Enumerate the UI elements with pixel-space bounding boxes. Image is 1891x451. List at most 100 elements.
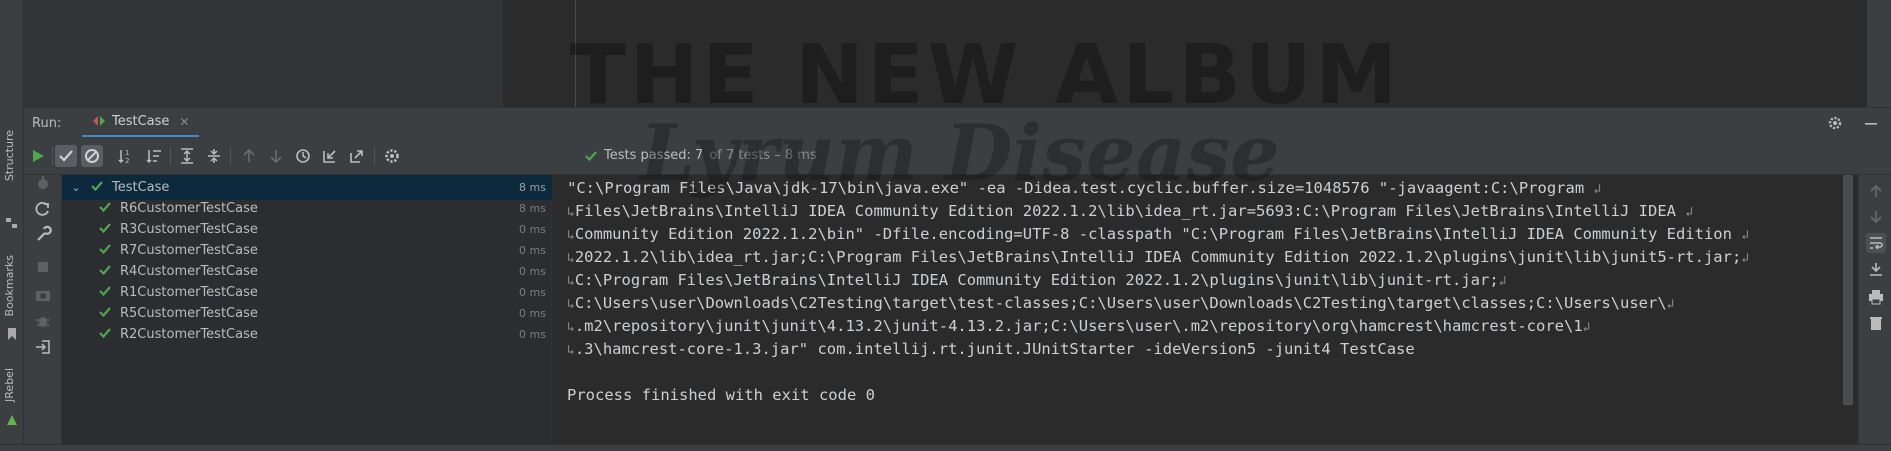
tree-item-time: 0 ms: [519, 286, 546, 299]
tree-item-label: R3CustomerTestCase: [120, 222, 258, 237]
login-icon[interactable]: [33, 337, 53, 357]
soft-wrap-continue-icon: ↳: [567, 205, 575, 220]
sort-duration-icon[interactable]: [143, 145, 165, 167]
passed-check-icon: [98, 263, 116, 281]
chevron-down-icon[interactable]: ⌄: [68, 181, 84, 194]
bookmarks-tab-label[interactable]: Bookmarks: [3, 255, 16, 316]
tree-item-time: 8 ms: [519, 181, 546, 194]
editor-scrollbar[interactable]: [1867, 0, 1891, 107]
sort-alpha-icon[interactable]: 12: [115, 145, 137, 167]
soft-wrap-continue-icon: ↳: [567, 297, 575, 312]
structure-tab-label[interactable]: Structure: [3, 130, 16, 181]
rerun-failed-icon[interactable]: [33, 199, 53, 219]
passed-check-icon: [585, 150, 597, 161]
history-icon[interactable]: [292, 145, 314, 167]
test-results-tree: ⌄ TestCase 8 ms R6CustomerTestCase 8 ms …: [62, 175, 552, 451]
minimize-icon[interactable]: [1863, 115, 1879, 135]
console-side-toolbar: [1858, 175, 1891, 451]
soft-wrap-icon: ↲: [1741, 251, 1750, 266]
status-bar: [0, 444, 1891, 451]
debug-icon[interactable]: [33, 173, 53, 193]
tree-item-label: R5CustomerTestCase: [120, 306, 258, 321]
tree-item-label: R1CustomerTestCase: [120, 285, 258, 300]
soft-wrap-icon: ↲: [1593, 182, 1602, 197]
export-icon[interactable]: [346, 145, 368, 167]
structure-icon[interactable]: [5, 215, 19, 229]
console-line: ↳C:\Users\user\Downloads\C2Testing\targe…: [567, 294, 1675, 312]
settings-icon[interactable]: [381, 145, 403, 167]
soft-wrap-continue-icon: ↳: [567, 320, 575, 335]
test-status: Tests passed: 7 of 7 tests – 8 ms: [584, 148, 817, 163]
show-passed-icon[interactable]: [55, 145, 77, 167]
print-icon[interactable]: [1866, 287, 1886, 307]
passed-check-icon: [90, 179, 108, 197]
junit-run-icon: [92, 112, 106, 131]
prev-failed-icon[interactable]: [238, 145, 260, 167]
editor-gutter: [24, 0, 504, 107]
scroll-to-end-icon[interactable]: [1866, 259, 1886, 279]
tree-item-time: 0 ms: [519, 244, 546, 257]
soft-wrap-icon: ↲: [1582, 320, 1591, 335]
stop-icon[interactable]: [33, 257, 53, 277]
tab-testcase[interactable]: TestCase ✕: [82, 108, 200, 138]
camera-icon[interactable]: [33, 285, 53, 305]
console-line: Process finished with exit code 0: [567, 386, 875, 404]
soft-wrap-continue-icon: ↳: [567, 228, 575, 243]
bug-icon[interactable]: [33, 311, 53, 331]
tab-title: TestCase: [112, 114, 170, 129]
editor-area[interactable]: [504, 0, 1867, 107]
soft-wrap-icon: ↲: [1741, 228, 1750, 243]
bookmark-icon[interactable]: [5, 326, 19, 340]
tests-passed-count: Tests passed: 7: [604, 148, 704, 163]
tree-item-time: 0 ms: [519, 328, 546, 341]
passed-check-icon: [98, 221, 116, 239]
show-ignored-icon[interactable]: [81, 145, 103, 167]
tree-item[interactable]: R2CustomerTestCase 0 ms: [62, 322, 552, 347]
tree-item-label: R7CustomerTestCase: [120, 243, 258, 258]
expand-all-icon[interactable]: [176, 145, 198, 167]
soft-wrap-icon: ↲: [1666, 297, 1675, 312]
soft-wrap-icon: ↲: [1498, 274, 1507, 289]
tree-item-label: TestCase: [112, 180, 170, 195]
passed-check-icon: [98, 326, 116, 344]
console-output[interactable]: "C:\Program Files\Java\jdk-17\bin\java.e…: [552, 175, 1858, 451]
soft-wrap-toggle-icon[interactable]: [1866, 233, 1886, 253]
wrench-icon[interactable]: [33, 224, 53, 244]
down-arrow-icon[interactable]: [1866, 207, 1886, 227]
jrebel-tab-label[interactable]: JRebel: [3, 368, 16, 402]
rerun-icon[interactable]: [27, 145, 49, 167]
passed-check-icon: [98, 284, 116, 302]
tree-item-label: R6CustomerTestCase: [120, 201, 258, 216]
console-line: ↳2022.1.2\lib\idea_rt.jar;C:\Program Fil…: [567, 248, 1750, 266]
tests-passed-detail: of 7 tests – 8 ms: [709, 148, 817, 163]
jrebel-icon[interactable]: [5, 412, 19, 426]
console-line: ↳C:\Program Files\JetBrains\IntelliJ IDE…: [567, 271, 1507, 289]
soft-wrap-continue-icon: ↳: [567, 251, 575, 266]
console-line: ↳Community Edition 2022.1.2\bin" -Dfile.…: [567, 225, 1750, 243]
soft-wrap-continue-icon: ↳: [567, 343, 575, 358]
gear-icon[interactable]: [1827, 115, 1843, 135]
passed-check-icon: [98, 200, 116, 218]
tree-item-label: R2CustomerTestCase: [120, 327, 258, 342]
up-arrow-icon[interactable]: [1866, 181, 1886, 201]
close-icon[interactable]: ✕: [179, 115, 189, 129]
run-tool-window-header: Run: TestCase ✕: [24, 107, 1891, 138]
console-line: "C:\Program Files\Java\jdk-17\bin\java.e…: [567, 179, 1602, 197]
passed-check-icon: [98, 242, 116, 260]
console-line: ↳.3\hamcrest-core-1.3.jar" com.intellij.…: [567, 340, 1415, 358]
tree-item-time: 0 ms: [519, 223, 546, 236]
soft-wrap-continue-icon: ↳: [567, 274, 575, 289]
tree-item-time: 8 ms: [519, 202, 546, 215]
tree-item-time: 0 ms: [519, 265, 546, 278]
next-failed-icon[interactable]: [265, 145, 287, 167]
run-label: Run:: [32, 116, 62, 131]
svg-text:1: 1: [125, 149, 129, 157]
tree-item-label: R4CustomerTestCase: [120, 264, 258, 279]
editor-right-margin: [575, 0, 576, 107]
import-icon[interactable]: [319, 145, 341, 167]
collapse-all-icon[interactable]: [203, 145, 225, 167]
trash-icon[interactable]: [1866, 313, 1886, 333]
console-scrollbar[interactable]: [1843, 175, 1853, 405]
console-line: ↳Files\JetBrains\IntelliJ IDEA Community…: [567, 202, 1694, 220]
test-runner-toolbar: 12 Tests passed: 7 of 7 tests – 8 ms: [24, 137, 1891, 175]
